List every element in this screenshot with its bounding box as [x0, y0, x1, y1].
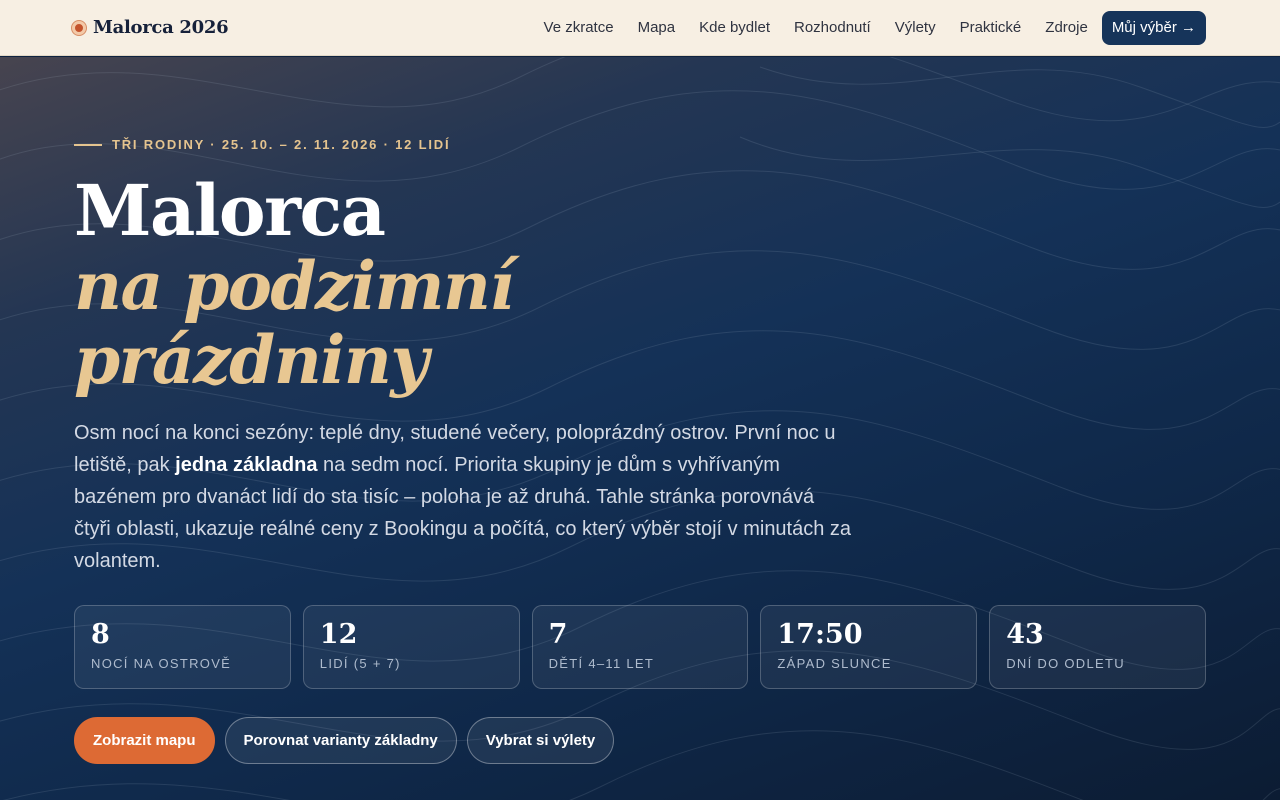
intro-text-highlight: jedna základna	[175, 454, 318, 476]
stat-label: ZÁPAD SLUNCE	[777, 656, 892, 671]
stat-card-people: 12 LIDÍ (5 + 7)	[302, 605, 520, 689]
nav-link-ve-zkratce[interactable]: Ve zkratce	[544, 11, 614, 45]
trip-eyebrow: TŘI RODINY · 25. 10. – 2. 11. 2026 · 12 …	[74, 137, 450, 152]
page-title: Malorca na podzimní prázdniny	[74, 169, 515, 399]
nav-link-rozhodnuti[interactable]: Rozhodnutí	[794, 11, 871, 45]
nav-link-vylety[interactable]: Výlety	[895, 11, 936, 45]
nav-links: Ve zkratce Mapa Kde bydlet Rozhodnutí Vý…	[544, 11, 1206, 45]
title-accent-line-2: prázdniny	[74, 321, 429, 399]
nav-link-zdroje[interactable]: Zdroje	[1045, 11, 1088, 45]
brand-name: Malorca 2026	[93, 17, 229, 38]
stat-value: 7	[548, 619, 568, 650]
nav-link-prakticke[interactable]: Praktické	[960, 11, 1022, 45]
top-navigation: Malorca 2026 Ve zkratce Mapa Kde bydlet …	[0, 0, 1280, 56]
hero-section: TŘI RODINY · 25. 10. – 2. 11. 2026 · 12 …	[0, 57, 1280, 800]
stat-card-nights: 8 NOCÍ NA OSTROVĚ	[74, 605, 291, 689]
hero-actions: Zobrazit mapu Porovnat varianty základny…	[74, 717, 615, 764]
stats-row: 8 NOCÍ NA OSTROVĚ 12 LIDÍ (5 + 7) 7 DĚTÍ…	[74, 605, 1206, 689]
my-selection-button[interactable]: Můj výběr →	[1101, 11, 1206, 45]
stat-card-countdown: 43 DNÍ DO ODLETU	[989, 605, 1206, 689]
show-map-button[interactable]: Zobrazit mapu	[74, 717, 215, 764]
stat-label: DNÍ DO ODLETU	[1006, 656, 1125, 671]
intro-paragraph: Osm nocí na konci sezóny: teplé dny, stu…	[74, 417, 854, 577]
title-accent-line-1: na podzimní	[74, 247, 515, 325]
stat-label: DĚTÍ 4–11 LET	[548, 656, 655, 671]
sun-dot-icon	[72, 20, 86, 35]
stat-value: 8	[91, 619, 110, 650]
stat-card-sunset: 17:50 ZÁPAD SLUNCE	[760, 605, 978, 689]
compare-bases-button[interactable]: Porovnat varianty základny	[224, 717, 457, 764]
hero-content: TŘI RODINY · 25. 10. – 2. 11. 2026 · 12 …	[74, 57, 1206, 800]
stat-value: 43	[1006, 619, 1044, 650]
stat-value: 17:50	[777, 619, 863, 650]
brand-logo[interactable]: Malorca 2026	[72, 17, 229, 38]
title-main: Malorca	[74, 169, 386, 252]
nav-link-kde-bydlet[interactable]: Kde bydlet	[699, 11, 770, 45]
trip-dates-label: TŘI RODINY · 25. 10. – 2. 11. 2026 · 12 …	[112, 137, 451, 152]
stat-card-children: 7 DĚTÍ 4–11 LET	[531, 605, 749, 689]
stat-value: 12	[319, 619, 358, 650]
eyebrow-divider	[74, 143, 102, 146]
nav-link-mapa[interactable]: Mapa	[638, 11, 676, 45]
stat-label: NOCÍ NA OSTROVĚ	[91, 656, 232, 671]
choose-trips-button[interactable]: Vybrat si výlety	[466, 717, 615, 764]
stat-label: LIDÍ (5 + 7)	[319, 656, 401, 671]
